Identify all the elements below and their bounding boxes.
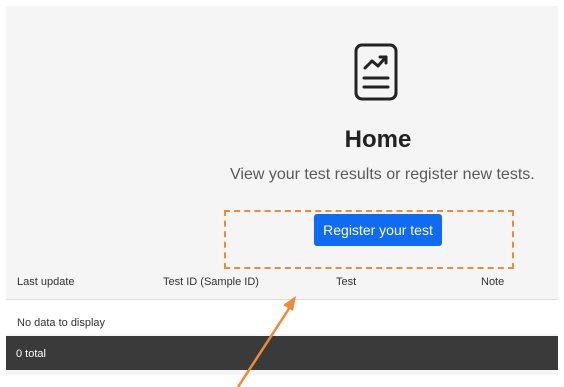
page-title: Home <box>344 126 412 153</box>
register-test-button[interactable]: Register your test <box>314 214 442 246</box>
column-header-test[interactable]: Test <box>336 276 356 288</box>
table-total-count: 0 total <box>16 348 46 360</box>
chart-document-icon <box>354 43 398 101</box>
page-subtitle: View your test results or register new t… <box>230 166 535 183</box>
table-empty-message: No data to display <box>17 317 106 329</box>
column-header-last-update[interactable]: Last update <box>17 276 75 288</box>
table-footer: 0 total <box>6 336 558 370</box>
column-header-note[interactable]: Note <box>481 276 504 288</box>
column-header-test-id[interactable]: Test ID (Sample ID) <box>163 276 259 288</box>
